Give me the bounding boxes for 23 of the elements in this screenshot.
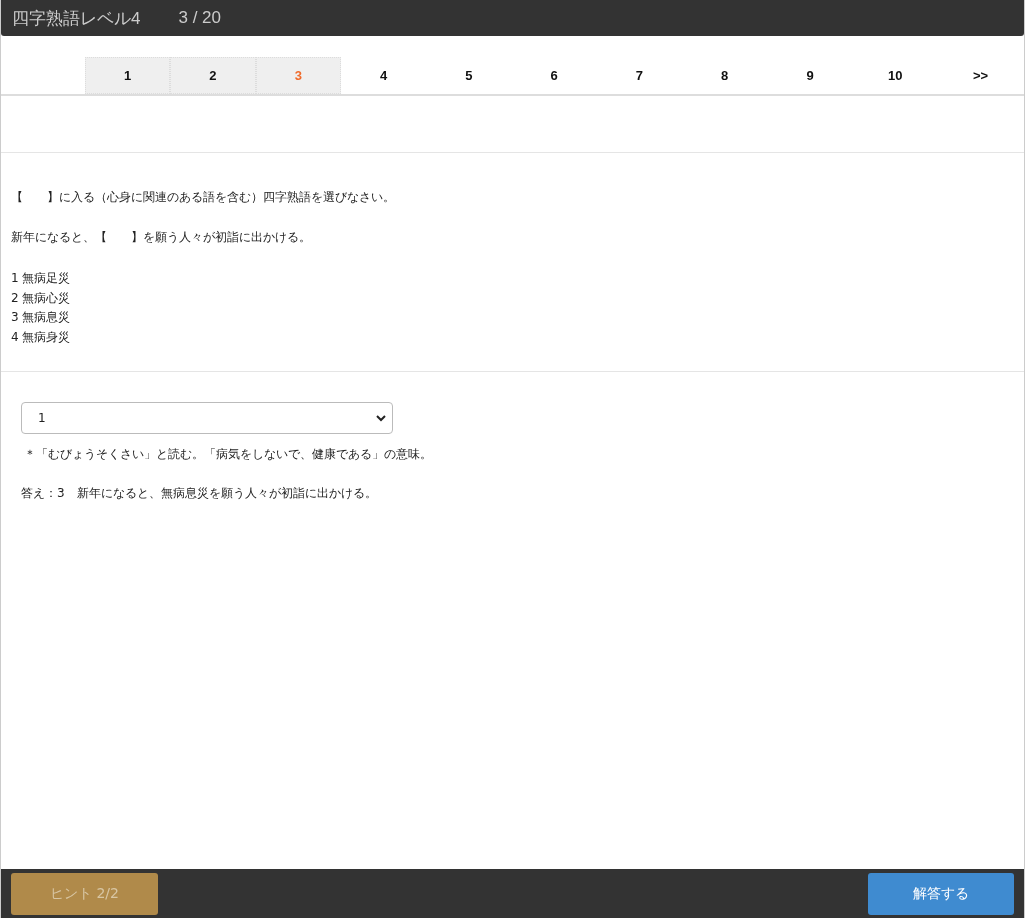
reading-note: ＊「むびょうそくさい」と読む。「病気をしないで、健康である」の意味。 [24, 446, 433, 463]
answer-result: 答え：3 新年になると、無病息災を願う人々が初詣に出かける。 [21, 485, 378, 502]
page-link[interactable]: 8 [682, 57, 768, 94]
page-link[interactable]: 9 [767, 57, 853, 94]
page-link[interactable]: 10 [852, 57, 938, 94]
page-link[interactable]: 6 [511, 57, 597, 94]
answer-select[interactable]: 1 [21, 402, 393, 434]
quiz-title: 四字熟語レベル4 [12, 7, 141, 30]
question-sentence: 新年になると、【 】を願う人々が初詣に出かける。 [11, 229, 312, 246]
page-link[interactable]: >> [937, 57, 1024, 94]
question-instruction: 【 】に入る（心身に関連のある語を含む）四字熟語を選びなさい。 [11, 189, 396, 206]
answer-choice: 3 無病息災 [11, 309, 72, 326]
chevron-down-icon [376, 414, 386, 422]
page-link[interactable]: 4 [340, 57, 427, 94]
page-link[interactable]: 7 [596, 57, 683, 94]
submit-button[interactable]: 解答する [868, 872, 1014, 915]
page-link[interactable]: 1 [85, 57, 171, 94]
question-counter: 3 / 20 [178, 8, 221, 28]
page-link[interactable]: 2 [170, 57, 256, 94]
answer-choice: 1 無病足災 [11, 270, 72, 287]
page-link[interactable]: 5 [426, 57, 512, 94]
answer-choice: 2 無病心災 [11, 289, 72, 307]
answer-choice: 4 無病身災 [11, 328, 72, 346]
